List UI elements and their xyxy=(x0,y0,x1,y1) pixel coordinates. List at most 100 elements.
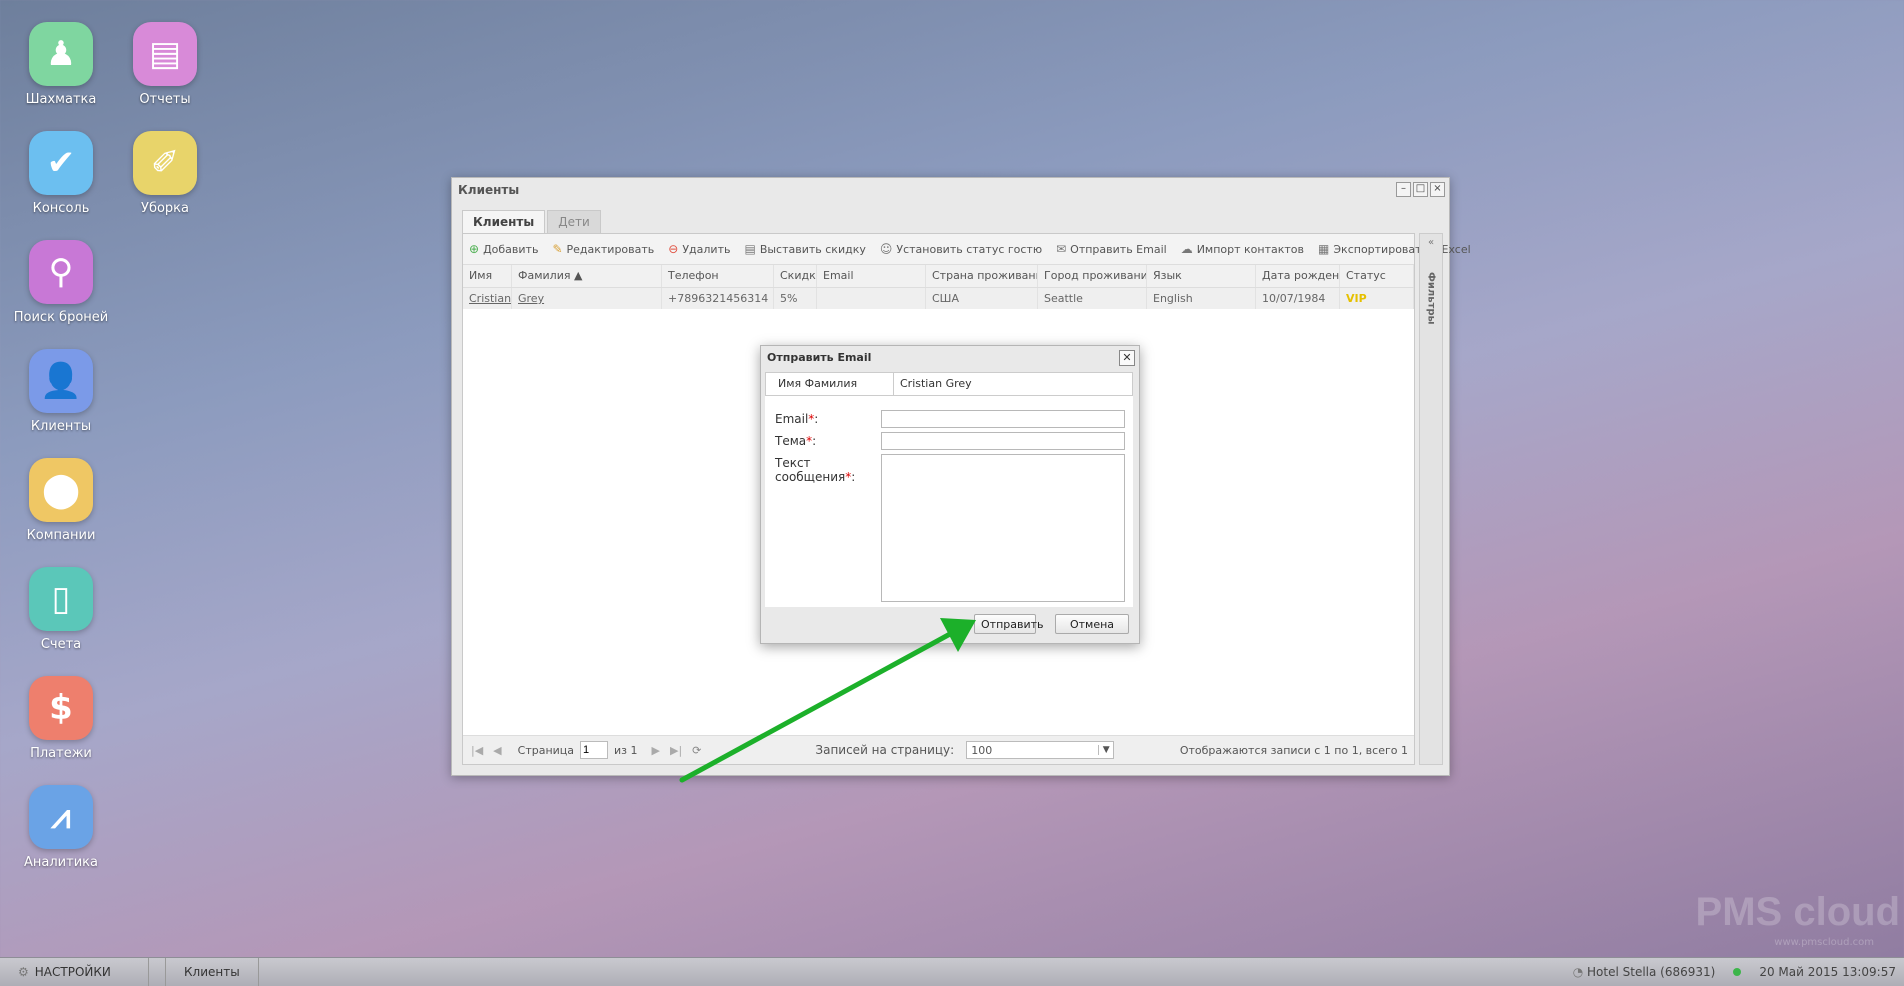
message-label: Текст сообщения*: xyxy=(775,456,856,484)
desktop-icon-chart-line[interactable]: ⩘ Аналитика xyxy=(6,785,116,870)
table-cell: Seattle xyxy=(1038,288,1147,309)
close-icon[interactable]: ✕ xyxy=(1119,350,1135,366)
chess-pawn-icon: ♟ xyxy=(29,22,93,86)
table-cell: +7896321456314 xyxy=(662,288,774,309)
chevron-down-icon: ▼ xyxy=(1098,745,1113,755)
map-pin-icon: ⬤ xyxy=(29,458,93,522)
hotel-selector[interactable]: ◔ Hotel Stella (686931) xyxy=(1573,965,1716,979)
message-textarea[interactable] xyxy=(881,454,1125,602)
cloud-icon: ☁ xyxy=(1180,242,1193,256)
desktop-icon-dollar[interactable]: $ Платежи xyxy=(6,676,116,761)
records-summary: Отображаются записи с 1 по 1, всего 1 xyxy=(1179,743,1408,757)
desktop-icon-label: Платежи xyxy=(30,746,92,761)
settings-button[interactable]: ⚙ НАСТРОЙКИ xyxy=(0,958,149,986)
export-excel-button[interactable]: ▦ Экспортировать в Excel xyxy=(1318,242,1471,256)
column-header[interactable]: Город проживания xyxy=(1038,265,1147,287)
desktop-icon-person[interactable]: 👤 Клиенты xyxy=(6,349,116,434)
window-tabs: Клиенты Дети xyxy=(462,210,601,233)
delete-button[interactable]: ⊖ Удалить xyxy=(668,242,730,256)
table-cell: English xyxy=(1147,288,1256,309)
last-page-icon[interactable]: ▶| xyxy=(670,744,682,757)
chart-line-icon: ⩘ xyxy=(29,785,93,849)
toolbar: ⊕ Добавить ✎ Редактировать ⊖ Удалить ▤ Выста… xyxy=(463,234,1471,265)
connection-status-icon xyxy=(1733,968,1742,976)
per-page-select[interactable]: 100 ▼ xyxy=(966,741,1115,759)
tab-children[interactable]: Дети xyxy=(547,210,601,233)
email-label: Email*: xyxy=(775,412,819,426)
desktop-icon-label: Поиск броней xyxy=(13,310,109,325)
document-icon: ▯ xyxy=(29,567,93,631)
desktop-icon-label: Консоль xyxy=(32,201,90,216)
column-header[interactable]: Фамилия ▲ xyxy=(512,265,662,287)
desktop-icon-label: Компании xyxy=(26,528,96,543)
column-header[interactable]: Имя xyxy=(463,265,512,287)
cancel-button[interactable]: Отмена xyxy=(1055,614,1129,634)
table-cell[interactable]: Cristian xyxy=(463,288,512,309)
first-page-icon[interactable]: |◀ xyxy=(471,744,483,757)
table-row[interactable]: Cristian Grey +7896321456314 5% США Seattle En… xyxy=(463,288,1414,309)
status-area: ◔ Hotel Stella (686931) 20 Май 2015 13:0… xyxy=(1573,965,1904,979)
import-contacts-button[interactable]: ☁ Импорт контактов xyxy=(1181,242,1304,256)
send-email-button[interactable]: ✉ Отправить Email xyxy=(1056,242,1167,256)
taskbar-window-clients[interactable]: Клиенты xyxy=(165,958,259,986)
datetime: 20 Май 2015 13:09:57 xyxy=(1759,965,1896,979)
send-email-dialog: Отправить Email ✕ Имя Фамилия Cristian G… xyxy=(760,345,1140,644)
column-header[interactable]: Email xyxy=(817,265,926,287)
email-field[interactable] xyxy=(881,410,1125,428)
grid-header: ИмяФамилия ▲ТелефонСкидкаEmailСтрана про… xyxy=(463,265,1414,288)
column-header[interactable]: Статус xyxy=(1340,265,1414,287)
column-header[interactable]: Скидка xyxy=(774,265,817,287)
column-header[interactable]: Дата рождения xyxy=(1256,265,1340,287)
tab-clients[interactable]: Клиенты xyxy=(462,210,546,233)
filters-panel[interactable]: « Фильтры xyxy=(1419,233,1443,765)
desktop-icon-map-pin[interactable]: ⬤ Компании xyxy=(6,458,116,543)
discount-button[interactable]: ▤ Выставить скидку xyxy=(744,242,865,256)
window-controls: – □ × xyxy=(1396,182,1445,197)
desktop-icon-chess-pawn[interactable]: ♟ Шахматка xyxy=(6,22,116,107)
watermark-logo: PMS cloud xyxy=(1695,890,1900,934)
desktop-icon-label: Отчеты xyxy=(139,92,191,107)
edit-button[interactable]: ✎ Редактировать xyxy=(552,242,654,256)
desktop-icon-broom[interactable]: ✐ Уборка xyxy=(110,131,220,216)
desktop-icon-label: Клиенты xyxy=(30,419,92,434)
notepad-icon: ▤ xyxy=(744,242,756,256)
page-number-input[interactable] xyxy=(580,741,609,759)
send-button[interactable]: Отправить xyxy=(974,614,1044,634)
broom-icon: ✐ xyxy=(133,131,197,195)
excel-icon: ▦ xyxy=(1318,242,1330,256)
dialog-title: Отправить Email xyxy=(767,351,872,364)
page-label: Страница xyxy=(517,743,575,757)
gear-icon: ⚙ xyxy=(18,965,29,979)
collapse-icon[interactable]: « xyxy=(1420,237,1442,248)
table-cell: 5% xyxy=(774,288,817,309)
column-header[interactable]: Телефон xyxy=(662,265,774,287)
refresh-icon[interactable]: ⟳ xyxy=(692,744,701,757)
per-page-label: Записей на страницу: xyxy=(815,743,955,757)
books-icon: ▤ xyxy=(133,22,197,86)
taskbar: ⚙ НАСТРОЙКИ Клиенты ◔ Hotel Stella (6869… xyxy=(0,957,1904,986)
column-header[interactable]: Язык xyxy=(1147,265,1256,287)
desktop-icon-magnifier[interactable]: ⚲ Поиск броней xyxy=(6,240,116,325)
set-status-button[interactable]: ☺ Установить статус гостю xyxy=(880,242,1042,256)
close-icon[interactable]: × xyxy=(1430,182,1445,197)
dialog-body: Имя Фамилия Cristian Grey Email*: Тема*:… xyxy=(765,372,1133,607)
recipient-row: Имя Фамилия Cristian Grey xyxy=(765,372,1133,396)
column-header[interactable]: Страна проживания xyxy=(926,265,1038,287)
add-button[interactable]: ⊕ Добавить xyxy=(469,242,538,256)
maximize-icon[interactable]: □ xyxy=(1413,182,1428,197)
subject-label: Тема*: xyxy=(775,434,817,448)
plus-icon: ⊕ xyxy=(469,242,480,256)
recipient-value: Cristian Grey xyxy=(900,377,972,390)
next-page-icon[interactable]: ▶ xyxy=(652,744,660,757)
table-cell[interactable]: Grey xyxy=(512,288,662,309)
desktop-icon-checkmark[interactable]: ✔ Консоль xyxy=(6,131,116,216)
desktop-icon-books[interactable]: ▤ Отчеты xyxy=(110,22,220,107)
subject-field[interactable] xyxy=(881,432,1125,450)
desktop-icon-label: Аналитика xyxy=(24,855,98,870)
pager: |◀ ◀ Страница из 1 ▶ ▶| ⟳ Записей на стр… xyxy=(463,735,1414,764)
desktop-icon-document[interactable]: ▯ Счета xyxy=(6,567,116,652)
grid-body: Cristian Grey +7896321456314 5% США Seattle En… xyxy=(463,288,1414,309)
checkmark-icon: ✔ xyxy=(29,131,93,195)
minimize-icon[interactable]: – xyxy=(1396,182,1411,197)
prev-page-icon[interactable]: ◀ xyxy=(493,744,501,757)
